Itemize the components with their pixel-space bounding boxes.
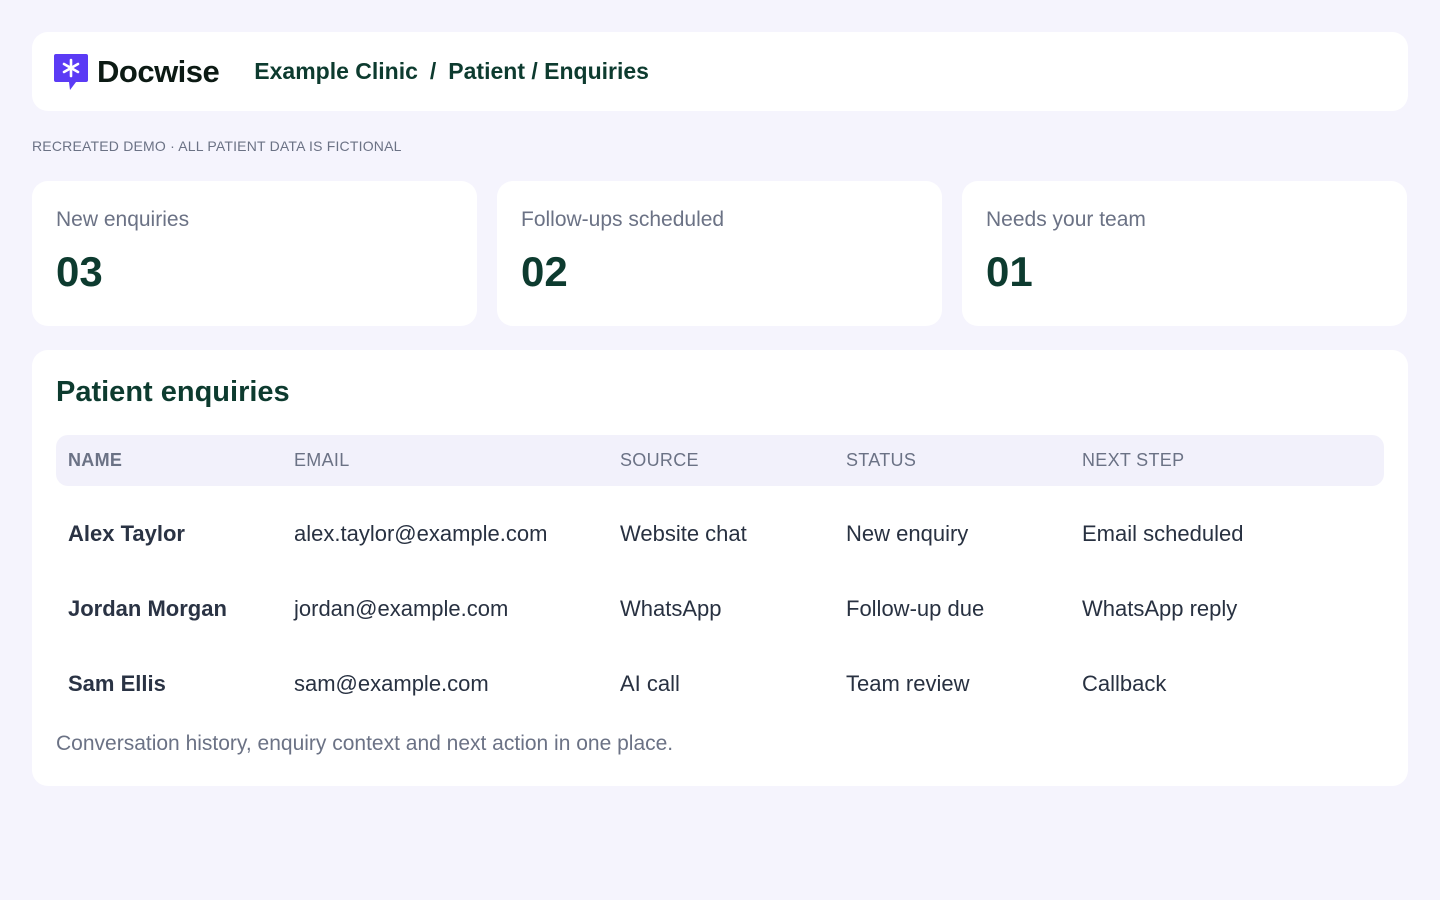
column-header-next-step[interactable]: NEXT STEP: [1082, 435, 1184, 486]
cell-source: AI call: [620, 671, 680, 696]
stat-label: New enquiries: [56, 208, 190, 231]
table-header: NAME EMAIL SOURCE STATUS NEXT STEP: [56, 435, 1384, 486]
panel-footnote: Conversation history, enquiry context an…: [56, 732, 674, 755]
cell-source: WhatsApp: [620, 596, 722, 621]
cell-email: alex.taylor@example.com: [294, 521, 548, 546]
stat-card-needs-team: Needs your team 01: [962, 181, 1407, 326]
table-row[interactable]: Sam Ellis sam@example.com AI call Team r…: [56, 664, 1384, 704]
top-bar: Docwise Example Clinic / Patient / Enqui…: [32, 32, 1408, 111]
stat-value: 01: [986, 248, 1033, 295]
cell-status: Team review: [846, 671, 970, 696]
panel-title: Patient enquiries: [56, 376, 290, 408]
cell-next-step: Email scheduled: [1082, 521, 1244, 546]
column-header-name[interactable]: NAME: [68, 435, 122, 486]
breadcrumb-section[interactable]: Patient / Enquiries: [448, 58, 649, 85]
docwise-logo[interactable]: Docwise: [53, 52, 220, 92]
stat-value: 03: [56, 248, 103, 295]
cell-next-step: Callback: [1082, 671, 1167, 696]
column-header-status[interactable]: STATUS: [846, 435, 916, 486]
app-name: Docwise: [97, 53, 220, 89]
column-header-email[interactable]: EMAIL: [294, 435, 350, 486]
cell-name: Alex Taylor: [68, 521, 185, 546]
cell-status: Follow-up due: [846, 596, 985, 621]
stat-card-new-enquiries: New enquiries 03: [32, 181, 477, 326]
cell-next-step: WhatsApp reply: [1082, 596, 1238, 621]
cell-name: Jordan Morgan: [68, 596, 227, 621]
cell-email: sam@example.com: [294, 671, 489, 696]
cell-source: Website chat: [620, 521, 747, 546]
stat-label: Needs your team: [986, 208, 1146, 231]
cell-email: jordan@example.com: [294, 596, 509, 621]
breadcrumb: Example Clinic / Patient / Enquiries: [254, 58, 649, 85]
breadcrumb-clinic[interactable]: Example Clinic: [254, 58, 418, 85]
table-row[interactable]: Jordan Morgan jordan@example.com WhatsAp…: [56, 589, 1384, 629]
demo-disclaimer: RECREATED DEMO · ALL PATIENT DATA IS FIC…: [32, 138, 402, 154]
speech-bubble-asterisk-icon: [54, 53, 88, 90]
cell-name: Sam Ellis: [68, 671, 166, 696]
table-row[interactable]: Alex Taylor alex.taylor@example.com Webs…: [56, 514, 1384, 554]
breadcrumb-separator: /: [429, 58, 437, 84]
column-header-source[interactable]: SOURCE: [620, 435, 699, 486]
enquiries-panel: Patient enquiries NAME EMAIL SOURCE STAT…: [32, 350, 1408, 786]
cell-status: New enquiry: [846, 521, 969, 546]
stat-value: 02: [521, 248, 568, 295]
stat-label: Follow-ups scheduled: [521, 208, 725, 231]
stat-card-follow-ups: Follow-ups scheduled 02: [497, 181, 942, 326]
